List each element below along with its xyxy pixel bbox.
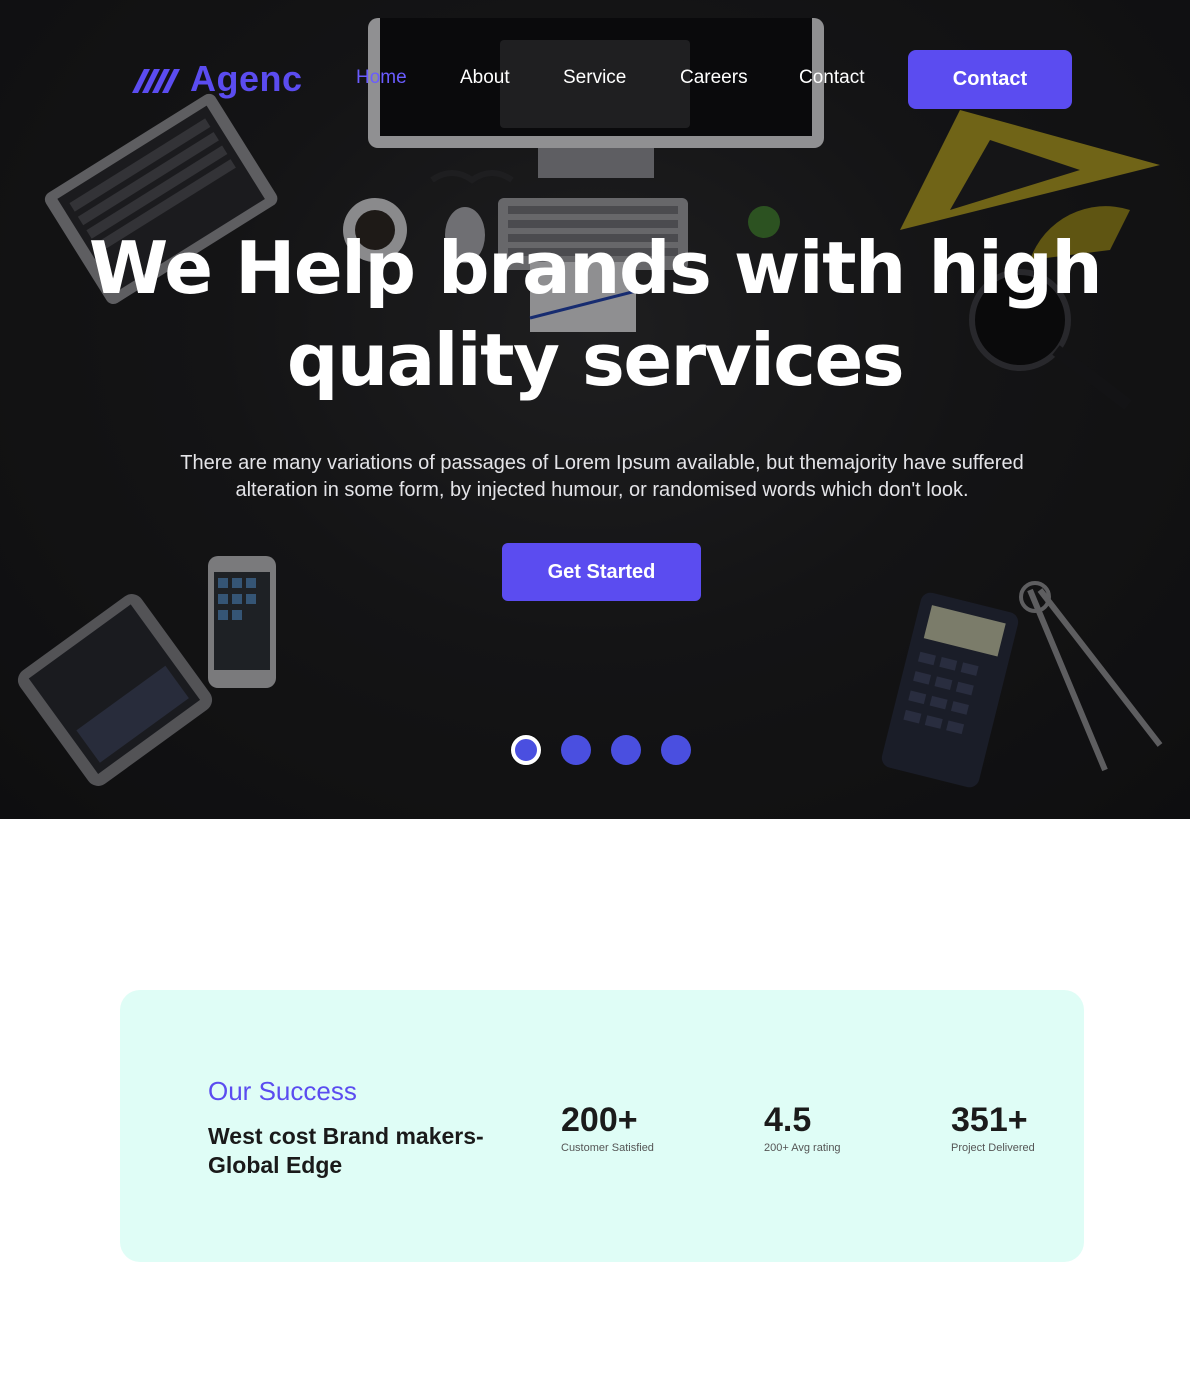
- logo[interactable]: Agenc: [130, 58, 303, 100]
- nav-link-service[interactable]: Service: [563, 67, 626, 89]
- slashes-logo-icon: [132, 69, 180, 93]
- hero-subtext: There are many variations of passages of…: [180, 452, 1024, 501]
- stat-value: 200+: [561, 1101, 638, 1139]
- success-card: Our Success West cost Brand makers-Globa…: [120, 990, 1084, 1262]
- navbar: Agenc Home About Service Careers Contact…: [0, 0, 1190, 160]
- hero-section: Agenc Home About Service Careers Contact…: [0, 0, 1190, 819]
- nav-link-contact[interactable]: Contact: [799, 67, 864, 89]
- slider-dot-4[interactable]: [661, 735, 691, 765]
- slider-dot-1[interactable]: [511, 735, 541, 765]
- stat-label: 200+ Avg rating: [764, 1142, 841, 1154]
- brand-name: Agenc: [190, 58, 303, 99]
- stat-label: Project Delivered: [951, 1142, 1035, 1154]
- nav-link-home[interactable]: Home: [356, 67, 407, 89]
- slider-dot-3[interactable]: [611, 735, 641, 765]
- stat-label: Customer Satisfied: [561, 1142, 654, 1154]
- nav-link-careers[interactable]: Careers: [680, 67, 748, 89]
- nav-link-about[interactable]: About: [460, 67, 510, 89]
- stat-value: 4.5: [764, 1101, 812, 1139]
- stat-customers: 200+ Customer Satisfied: [561, 1102, 654, 1154]
- contact-button[interactable]: Contact: [908, 50, 1072, 109]
- success-label: Our Success: [208, 1076, 357, 1106]
- slider-dot-2[interactable]: [561, 735, 591, 765]
- stat-projects: 351+ Project Delivered: [951, 1102, 1035, 1154]
- success-title: West cost Brand makers-Global Edge: [208, 1123, 484, 1178]
- slider-dots: [511, 735, 691, 765]
- get-started-button[interactable]: Get Started: [502, 543, 701, 601]
- hero-headline: We Help brands with high quality service…: [88, 226, 1103, 402]
- stat-value: 351+: [951, 1101, 1028, 1139]
- stat-rating: 4.5 200+ Avg rating: [764, 1102, 841, 1154]
